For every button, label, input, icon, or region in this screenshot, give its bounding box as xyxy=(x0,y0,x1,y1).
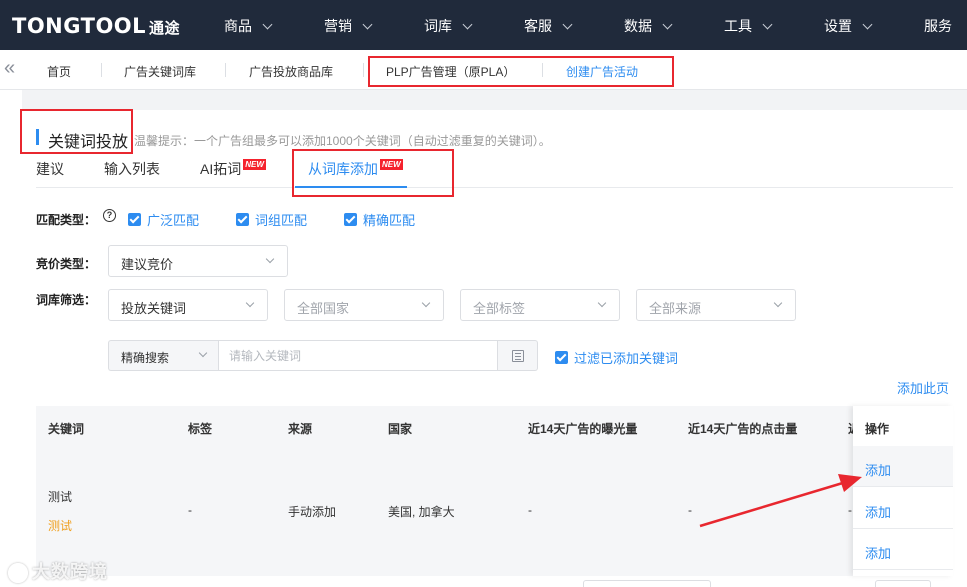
watermark: 大数跨境 xyxy=(8,558,108,584)
annotation-arrow xyxy=(699,474,862,528)
watermark-logo-icon xyxy=(8,563,28,584)
